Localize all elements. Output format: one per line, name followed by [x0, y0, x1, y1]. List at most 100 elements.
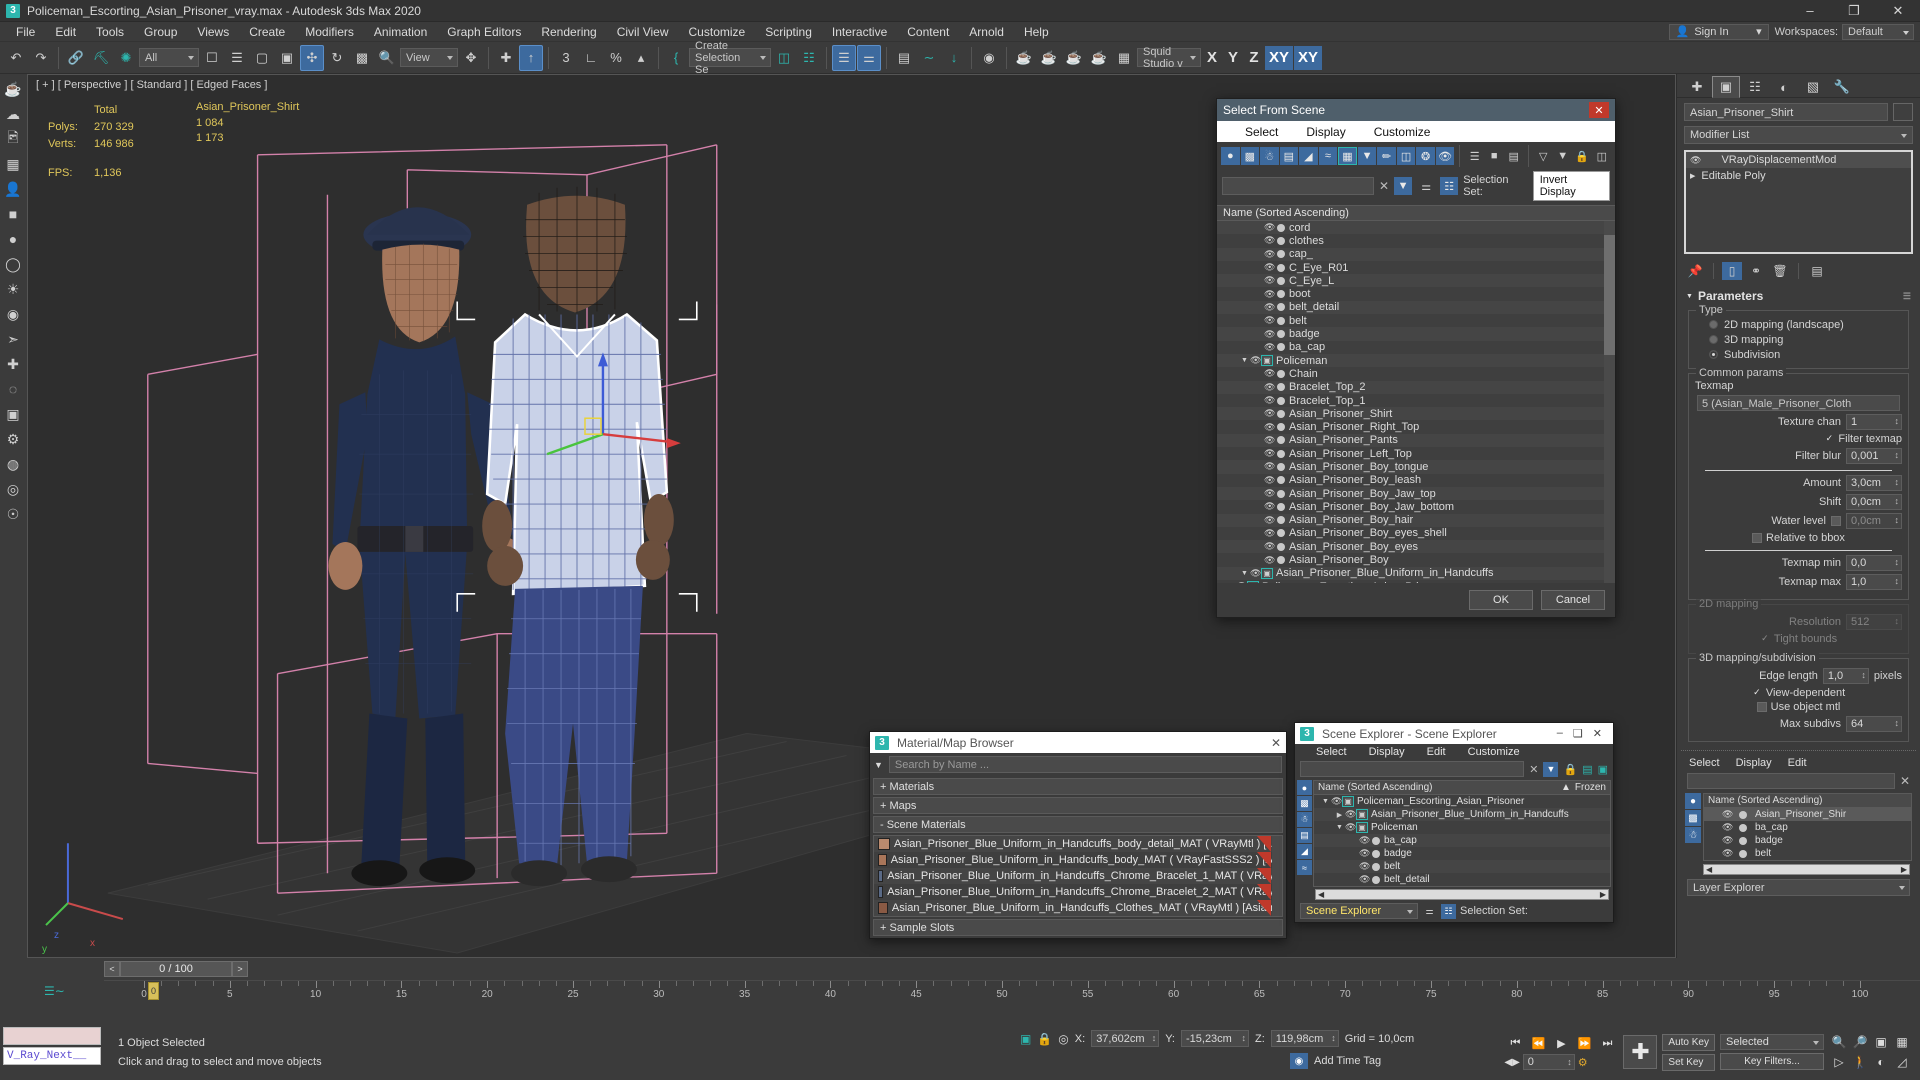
- mini-menu-display[interactable]: Display: [1736, 757, 1772, 769]
- track-bar-curve-icon[interactable]: ☰∼: [44, 984, 65, 998]
- walk-through-icon[interactable]: 🚶: [1850, 1053, 1870, 1071]
- camera-icon[interactable]: ▣: [2, 403, 24, 425]
- sfs-menu-select[interactable]: Select: [1231, 125, 1292, 139]
- create-tab[interactable]: ✚: [1683, 76, 1711, 98]
- mini-menu-select[interactable]: Select: [1689, 757, 1720, 769]
- minimize-button[interactable]: –: [1788, 0, 1832, 22]
- current-frame-display[interactable]: 0 / 100: [120, 961, 232, 977]
- display-columns-icon[interactable]: ▤: [1504, 147, 1523, 165]
- maxscript-listener-box[interactable]: [3, 1027, 101, 1045]
- next-frame-button[interactable]: >: [232, 961, 248, 977]
- render-iterative-icon[interactable]: ☕: [1087, 45, 1111, 71]
- container-icon[interactable]: ◫: [1592, 147, 1612, 165]
- sfs-tree-row[interactable]: ▼ 👁 ▣ Policeman: [1217, 353, 1615, 368]
- mini-explorer-hscrollbar[interactable]: ◀ ▶: [1703, 864, 1910, 875]
- menu-content[interactable]: Content: [897, 22, 959, 42]
- select-object-icon[interactable]: ☐: [200, 45, 224, 71]
- eye-icon[interactable]: 👁: [1264, 501, 1275, 512]
- menu-help[interactable]: Help: [1014, 22, 1059, 42]
- eye-icon[interactable]: 👁: [1264, 275, 1275, 286]
- modifier-stack-item-editable-poly[interactable]: ▶ Editable Poly: [1686, 168, 1911, 184]
- lock-icon[interactable]: 🔒: [1573, 147, 1592, 165]
- select-from-scene-close-button[interactable]: ✕: [1589, 102, 1609, 118]
- sfs-tree-row[interactable]: 👁 Bracelet_Top_1: [1217, 393, 1615, 408]
- material-list-item[interactable]: Asian_Prisoner_Blue_Uniform_in_Handcuffs…: [874, 884, 1282, 900]
- mini-clear-search-icon[interactable]: ✕: [1900, 774, 1910, 788]
- filter-space-warps-icon[interactable]: ≈: [1318, 147, 1338, 165]
- sew-horizontal-scrollbar[interactable]: ◀ ▶: [1315, 889, 1609, 900]
- view-dependent-checkbox[interactable]: ✓ View-dependent: [1695, 687, 1902, 699]
- align-icon[interactable]: ☷: [797, 45, 821, 71]
- key-step-icon[interactable]: ◀▶: [1504, 1057, 1519, 1068]
- sew-lock-icon[interactable]: 🔒: [1563, 763, 1577, 776]
- axis-constraint-z[interactable]: Z: [1244, 46, 1264, 70]
- eye-icon[interactable]: 👁: [1236, 581, 1247, 583]
- remove-modifier-icon[interactable]: 🗑: [1770, 262, 1790, 280]
- eye-icon[interactable]: 👁: [1264, 395, 1275, 406]
- go-to-start-icon[interactable]: ⏮: [1504, 1034, 1526, 1052]
- sew-column-frozen[interactable]: Frozen: [1575, 782, 1606, 793]
- eye-icon[interactable]: 👁: [1359, 835, 1370, 846]
- edit-named-selection-sets-icon[interactable]: {: [664, 45, 688, 71]
- sfs-tree-row[interactable]: 👁 Asian_Prisoner_Shirt: [1217, 407, 1615, 421]
- sfs-tree-row[interactable]: 👁 Asian_Prisoner_Boy_eyes: [1217, 540, 1615, 554]
- sfs-tree-row[interactable]: 👁 Asian_Prisoner_Boy: [1217, 553, 1615, 567]
- eye-icon[interactable]: 👁: [1722, 809, 1733, 820]
- eye-icon[interactable]: 👁: [1264, 262, 1275, 273]
- sfs-tree-row[interactable]: 👁 Asian_Prisoner_Pants: [1217, 433, 1615, 448]
- tree-expander-icon[interactable]: ▶: [1334, 811, 1345, 819]
- sfs-tree-row[interactable]: 👁 Asian_Prisoner_Boy_Jaw_bottom: [1217, 500, 1615, 514]
- eye-icon[interactable]: 👁: [1264, 382, 1275, 393]
- texmap-min-spinner[interactable]: 0,0: [1846, 555, 1902, 571]
- display-tab[interactable]: ▧: [1799, 76, 1827, 98]
- parameters-rollout-header[interactable]: ▼ Parameters ☰: [1682, 286, 1915, 306]
- eye-icon[interactable]: 👁: [1345, 809, 1356, 820]
- window-crossing-icon[interactable]: ▣: [275, 45, 299, 71]
- sfs-tree-row[interactable]: 👁 badge: [1217, 327, 1615, 341]
- mini-explorer-search-input[interactable]: [1687, 773, 1895, 789]
- material-list-item[interactable]: Asian_Prisoner_Blue_Uniform_in_Handcuffs…: [874, 852, 1282, 868]
- play-animation-icon[interactable]: ▶: [1550, 1034, 1572, 1052]
- percent-snap-icon[interactable]: %: [604, 45, 628, 71]
- close-button[interactable]: ✕: [1876, 0, 1920, 22]
- amount-spinner[interactable]: 3,0cm: [1846, 475, 1902, 491]
- object-paint-icon[interactable]: ▦: [2, 153, 24, 175]
- systems-icon[interactable]: ⚙: [2, 428, 24, 450]
- select-and-link-icon[interactable]: 🔗: [64, 45, 88, 71]
- mini-filter-lights-icon[interactable]: ☃: [1685, 827, 1701, 843]
- render-in-cloud-icon[interactable]: ▦: [1112, 45, 1136, 71]
- use-object-mtl-checkbox[interactable]: Use object mtl: [1695, 701, 1902, 713]
- menu-group[interactable]: Group: [134, 22, 187, 42]
- selection-panel-icon[interactable]: 🖻: [2, 128, 24, 150]
- eye-icon[interactable]: 👁: [1264, 475, 1275, 486]
- sfs-tree-row[interactable]: 👁 belt: [1217, 314, 1615, 328]
- scroll-right-icon[interactable]: ▶: [1600, 890, 1606, 899]
- eye-icon[interactable]: 👁: [1359, 861, 1370, 872]
- eye-icon[interactable]: 👁: [1264, 302, 1275, 313]
- eye-icon[interactable]: 👁: [1264, 235, 1275, 246]
- sew-column-name[interactable]: Name (Sorted Ascending): [1318, 782, 1561, 793]
- eye-icon[interactable]: 👁: [1264, 408, 1275, 419]
- current-frame-input[interactable]: 0: [1522, 1054, 1575, 1070]
- sfs-tree-row[interactable]: 👁 ba_cap: [1217, 340, 1615, 354]
- mmb-vertical-scrollbar[interactable]: [1272, 836, 1282, 916]
- filter-hidden-icon[interactable]: 👁: [1435, 147, 1455, 165]
- sfs-tree-row[interactable]: 👁 cord: [1217, 221, 1615, 235]
- z-coordinate-input[interactable]: 119,98cm: [1270, 1030, 1339, 1047]
- eye-icon[interactable]: 👁: [1722, 822, 1733, 833]
- radio-subdivision[interactable]: Subdivision: [1695, 347, 1902, 362]
- render-frame-window-icon[interactable]: ☕: [1037, 45, 1061, 71]
- scene-explorer-row[interactable]: ▼ 👁 ▣ Policeman: [1314, 821, 1610, 834]
- sfs-column-header[interactable]: Name (Sorted Ascending): [1217, 205, 1615, 221]
- mini-menu-edit[interactable]: Edit: [1788, 757, 1807, 769]
- tree-expander-icon[interactable]: ▼: [1239, 570, 1250, 577]
- sfs-tree-row[interactable]: 👁 Chain: [1217, 367, 1615, 381]
- sew-maximize-button[interactable]: ❑: [1573, 727, 1583, 740]
- eye-icon[interactable]: 👁: [1264, 448, 1275, 459]
- sfs-layers-icon[interactable]: ⚌: [1417, 177, 1436, 195]
- scene-explorer-row[interactable]: 👁 badge: [1314, 847, 1610, 860]
- texmap-button[interactable]: 5 (Asian_Male_Prisoner_Cloth: [1697, 395, 1900, 411]
- menu-civil-view[interactable]: Civil View: [607, 22, 679, 42]
- filter-lights-icon[interactable]: ☃: [1260, 147, 1279, 165]
- layer-explorer-icon[interactable]: ☰: [832, 44, 856, 71]
